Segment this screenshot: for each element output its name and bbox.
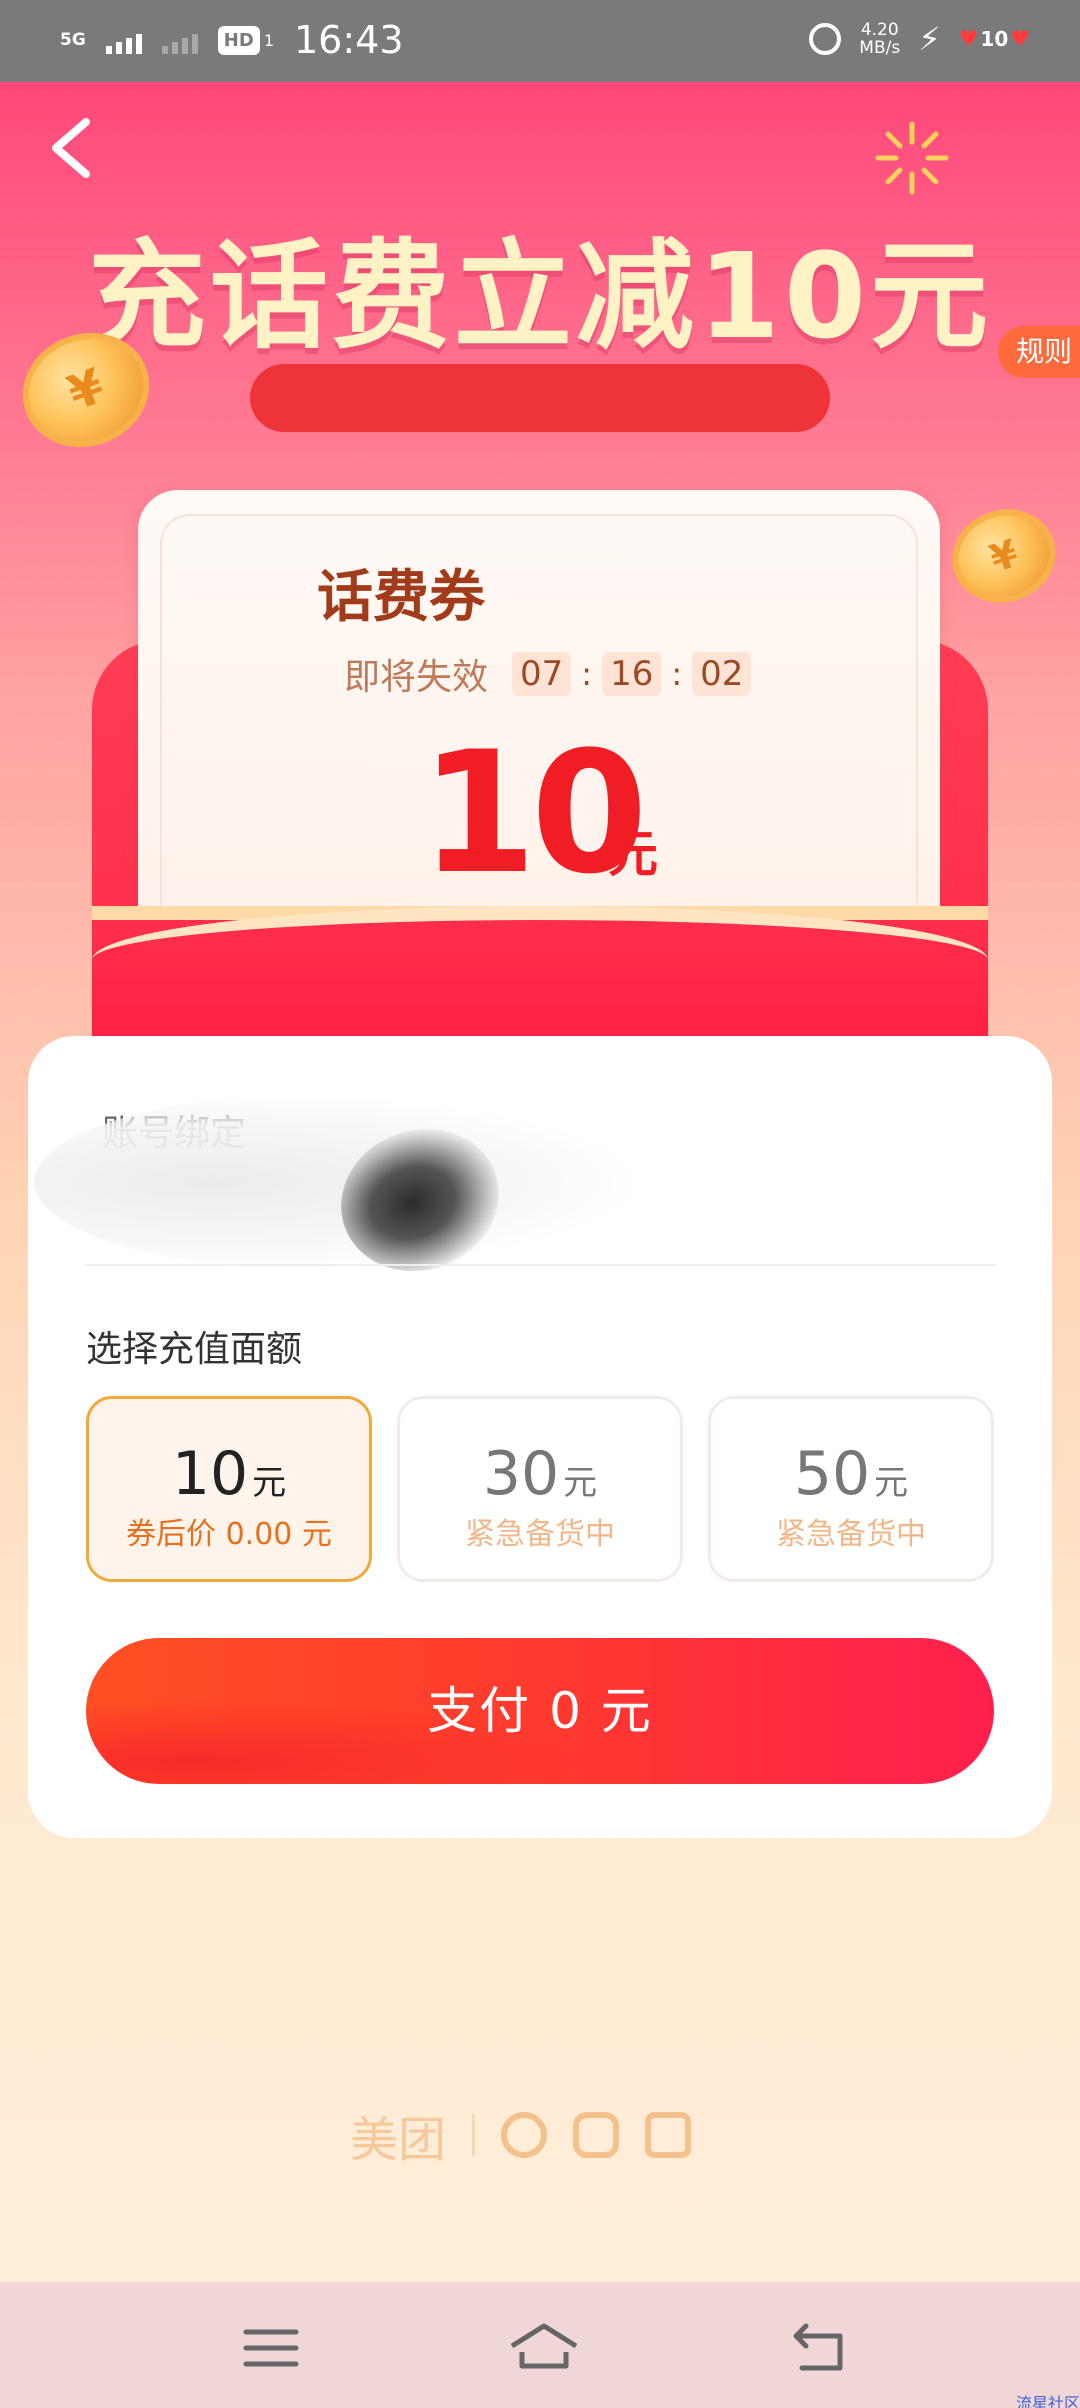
option-note: 券后价 0.00 元 (126, 1517, 332, 1552)
countdown-minutes: 16 (602, 652, 662, 696)
network-speed: 4.20 MB/s (859, 21, 900, 57)
option-amount: 30 元 (400, 1439, 680, 1509)
voucher-title: 话费券 (317, 565, 485, 630)
china-mobile-logo-icon (501, 2112, 548, 2158)
status-bar: 5G HD 1 16:43 4.20 MB/s ⚡ ♥ 10 ♥ (0, 0, 1080, 82)
status-left: 5G HD 1 16:43 (60, 18, 404, 62)
net-speed-unit: MB/s (859, 38, 901, 58)
pay-button[interactable]: 支付 0 元 (86, 1638, 994, 1784)
countdown-hours: 07 (512, 652, 572, 696)
expiry-label: 即将失效 (344, 657, 489, 698)
hd-badge: HD (217, 25, 260, 55)
firework-icon (875, 121, 949, 195)
select-amount-label: 选择充值面额 (86, 1329, 303, 1370)
countdown-separator: : (581, 655, 593, 693)
battery-indicator: ♥ 10 ♥ (959, 27, 1030, 52)
heart-icon: ♥ (958, 26, 979, 52)
redacted-account-input[interactable] (34, 1092, 634, 1272)
option-unit: 元 (252, 1463, 287, 1503)
amount-option-30[interactable]: 30 元 紧急备货中 (397, 1396, 683, 1582)
battery-level: 10 (980, 27, 1009, 51)
amount-option-50[interactable]: 50 元 紧急备货中 (708, 1396, 994, 1582)
status-right: 4.20 MB/s ⚡ ♥ 10 ♥ (809, 20, 1030, 58)
logo-divider (472, 2114, 476, 2156)
expiry-countdown: 即将失效 07 : 16 : 02 (344, 648, 752, 700)
china-unicom-logo-icon (645, 2112, 692, 2158)
network-type: 5G (60, 29, 86, 50)
option-value: 50 (793, 1439, 871, 1509)
option-note: 紧急备货中 (465, 1517, 615, 1552)
menu-icon[interactable] (236, 2318, 306, 2378)
countdown-seconds: 02 (692, 652, 752, 696)
meituan-logo: 美团 (350, 2112, 447, 2168)
back-nav-icon[interactable] (786, 2318, 856, 2378)
china-telecom-logo-icon (573, 2112, 620, 2158)
partner-logos: 美团 (350, 2100, 692, 2170)
back-button[interactable] (36, 108, 108, 188)
option-value: 10 (171, 1439, 249, 1509)
option-unit: 元 (874, 1463, 909, 1503)
amount-option-10[interactable]: 10 元 券后价 0.00 元 (86, 1396, 372, 1582)
watermark-text: 流星社区 (1015, 2394, 1080, 2408)
option-value: 30 (482, 1439, 560, 1509)
page-headline: 充话费立减10元 (87, 227, 993, 365)
option-unit: 元 (563, 1463, 598, 1503)
chevron-left-icon (52, 118, 90, 178)
account-input-underline (86, 1264, 996, 1266)
home-icon[interactable] (504, 2318, 584, 2378)
clock: 16:43 (294, 18, 404, 62)
charging-icon: ⚡ (918, 20, 941, 58)
coin-icon: ¥ (940, 496, 1068, 616)
signal-strength-2-icon (161, 26, 198, 54)
hd-sub: 1 (263, 30, 274, 50)
option-amount: 50 元 (711, 1439, 991, 1509)
heart-icon: ♥ (1010, 26, 1030, 52)
rules-button[interactable]: 规则 (998, 326, 1080, 378)
alarm-icon (809, 23, 842, 55)
redacted-banner (250, 364, 830, 432)
option-amount: 10 元 (89, 1439, 369, 1509)
option-note: 紧急备货中 (776, 1517, 926, 1552)
countdown-separator: : (671, 655, 683, 693)
net-speed-value: 4.20 (860, 20, 899, 40)
system-nav-bar (0, 2282, 1080, 2408)
signal-strength-icon (105, 26, 142, 54)
network-label: 5G (60, 29, 86, 50)
voucher-amount-unit: 元 (608, 825, 658, 883)
